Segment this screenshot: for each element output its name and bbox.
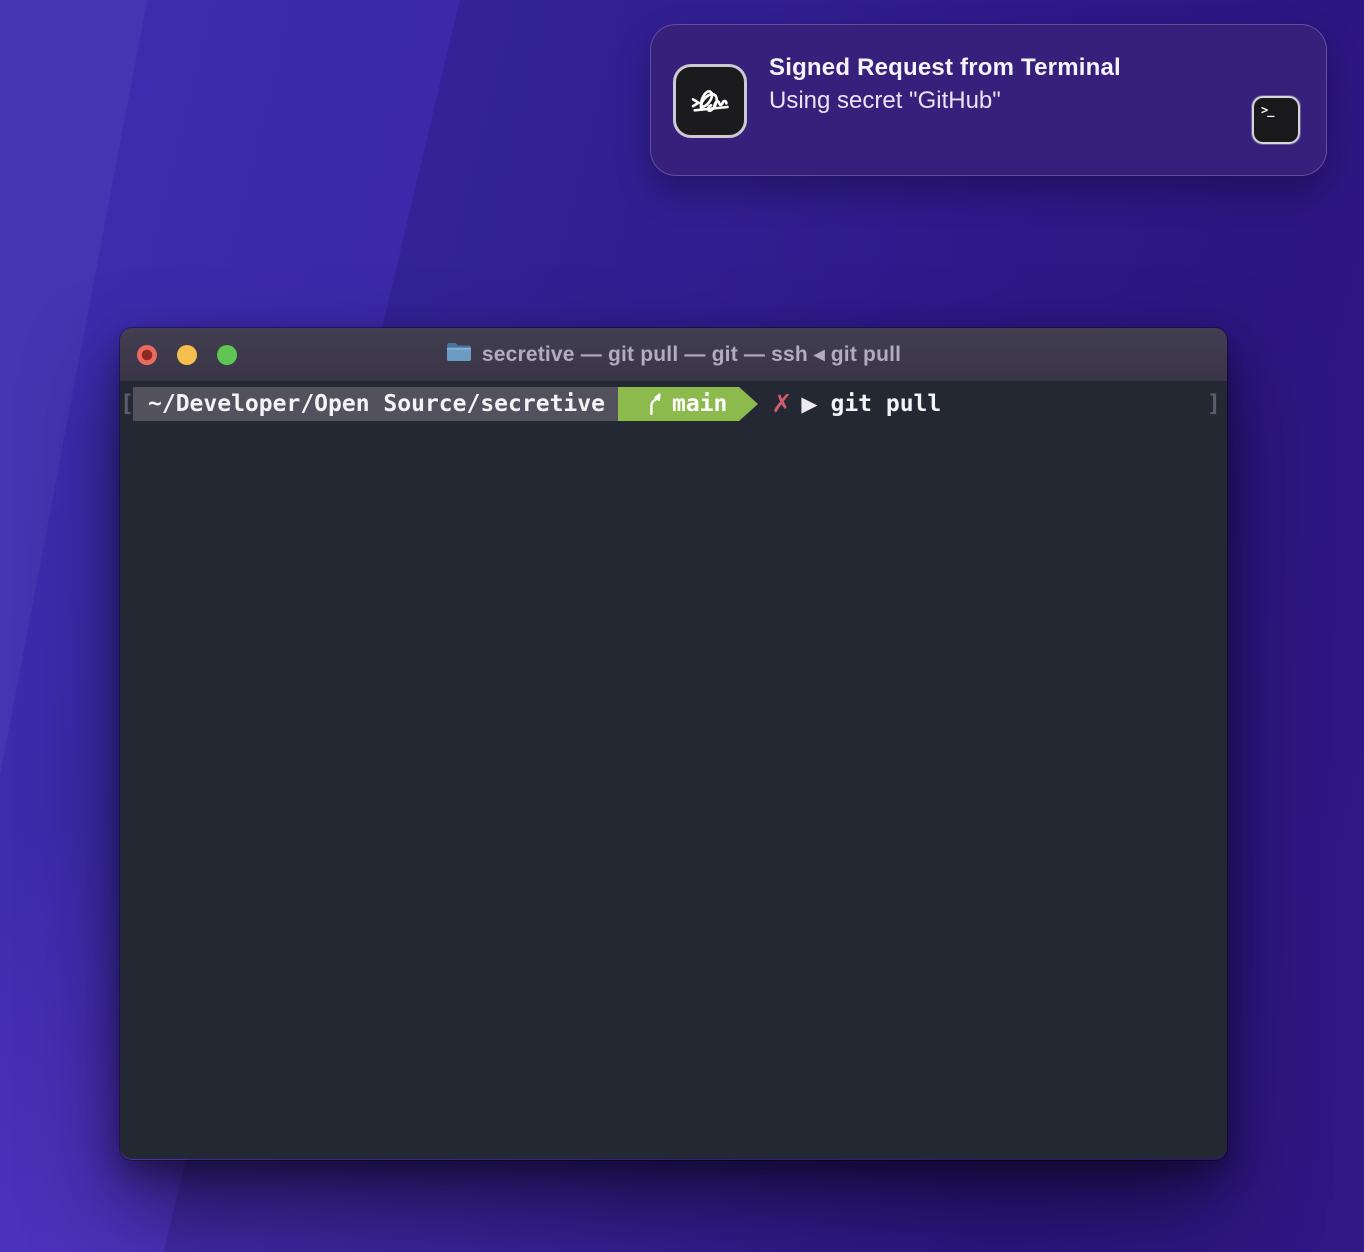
terminal-window: secretive — git pull — git — ssh ◂ git p… bbox=[120, 328, 1227, 1160]
shell-prompt-line: [ ~/Developer/Open Source/secretive main… bbox=[120, 387, 1227, 421]
folder-icon bbox=[446, 341, 472, 368]
terminal-icon-glyph: >_ bbox=[1261, 103, 1273, 117]
traffic-lights bbox=[137, 345, 237, 365]
prompt-left-bracket: [ bbox=[120, 387, 133, 421]
git-branch-icon bbox=[646, 392, 664, 416]
terminal-screen[interactable]: [ ~/Developer/Open Source/secretive main… bbox=[120, 382, 1227, 1159]
prompt-caret-icon: ▶ bbox=[801, 387, 817, 421]
notification-text: Signed Request from Terminal Using secre… bbox=[769, 51, 1121, 117]
notification-subtitle: Using secret "GitHub" bbox=[769, 84, 1121, 117]
typed-command: git pull bbox=[830, 387, 941, 421]
close-button[interactable] bbox=[137, 345, 157, 365]
exit-status-x-icon: ✗ bbox=[771, 387, 792, 421]
powerline-arrow-green bbox=[739, 387, 758, 421]
prompt-right-bracket: ] bbox=[1207, 387, 1220, 421]
prompt-spacer bbox=[941, 387, 1207, 421]
terminal-titlebar[interactable]: secretive — git pull — git — ssh ◂ git p… bbox=[120, 328, 1227, 382]
notification-title: Signed Request from Terminal bbox=[769, 51, 1121, 84]
window-title: secretive — git pull — git — ssh ◂ git p… bbox=[482, 342, 901, 367]
zoom-button[interactable] bbox=[217, 345, 237, 365]
notification-banner[interactable]: Signed Request from Terminal Using secre… bbox=[650, 24, 1327, 176]
minimize-button[interactable] bbox=[177, 345, 197, 365]
secretive-signature-icon bbox=[673, 64, 747, 138]
git-branch-segment: main bbox=[618, 387, 739, 421]
git-branch-name: main bbox=[672, 387, 727, 421]
terminal-icon: >_ bbox=[1252, 96, 1300, 144]
cwd-path-segment: ~/Developer/Open Source/secretive bbox=[133, 387, 618, 421]
window-title-group: secretive — git pull — git — ssh ◂ git p… bbox=[446, 341, 901, 368]
